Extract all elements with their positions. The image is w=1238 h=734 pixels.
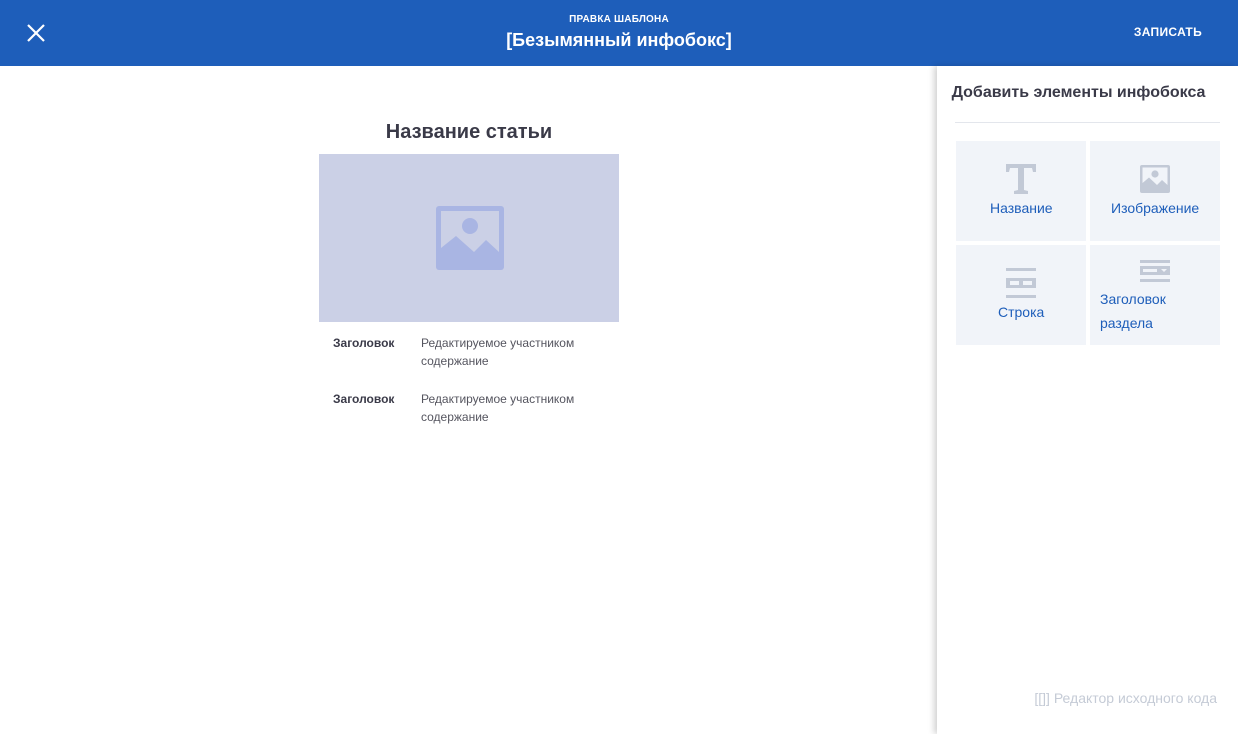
infobox-title[interactable]: Название статьи: [319, 120, 619, 154]
infobox-row-value: Редактируемое участником содержание: [421, 392, 575, 424]
tile-label: Изображение: [1111, 200, 1200, 216]
tile-label: Заголовок раздела: [1100, 291, 1166, 331]
row-icon: [1006, 268, 1036, 298]
section-header-icon: [1140, 260, 1170, 282]
infobox-image[interactable]: [319, 154, 619, 322]
tile-label: Строка: [998, 304, 1045, 320]
tile-label: Название: [990, 200, 1053, 216]
image-icon: [1140, 165, 1170, 193]
infobox-row[interactable]: Заголовок Редактируемое участником содер…: [319, 334, 619, 370]
text-icon: [1006, 164, 1036, 194]
add-image-element-button[interactable]: Изображение: [1090, 141, 1220, 241]
add-section-header-element-button[interactable]: Заголовок раздела: [1090, 245, 1220, 345]
add-title-element-button[interactable]: Название: [956, 141, 1086, 241]
header-titles: ПРАВКА ШАБЛОНА [Безымянный инфобокс]: [0, 14, 1238, 52]
template-title: [Безымянный инфобокс]: [506, 30, 732, 50]
image-placeholder-icon: [436, 206, 504, 270]
top-bar: ПРАВКА ШАБЛОНА [Безымянный инфобокс] ЗАП…: [0, 0, 1238, 66]
infobox-preview: Название статьи Заголовок Редактируемое …: [319, 120, 619, 426]
infobox-row-label: Заголовок: [333, 392, 395, 406]
add-elements-panel: Добавить элементы инфобокса Название Изо…: [937, 66, 1238, 734]
save-button[interactable]: ЗАПИСАТЬ: [1134, 25, 1202, 39]
header-subtitle: ПРАВКА ШАБЛОНА: [569, 14, 669, 25]
infobox-row[interactable]: Заголовок Редактируемое участником содер…: [319, 390, 619, 426]
source-editor-link[interactable]: [[]] Редактор исходного кода: [1034, 690, 1217, 706]
divider: [955, 122, 1220, 123]
infobox-row-label: Заголовок: [333, 336, 395, 350]
infobox-row-value: Редактируемое участником содержание: [421, 336, 575, 368]
panel-title: Добавить элементы инфобокса: [951, 84, 1206, 101]
infobox-preview-area: Название статьи Заголовок Редактируемое …: [0, 66, 937, 734]
add-row-element-button[interactable]: Строка: [956, 245, 1086, 345]
